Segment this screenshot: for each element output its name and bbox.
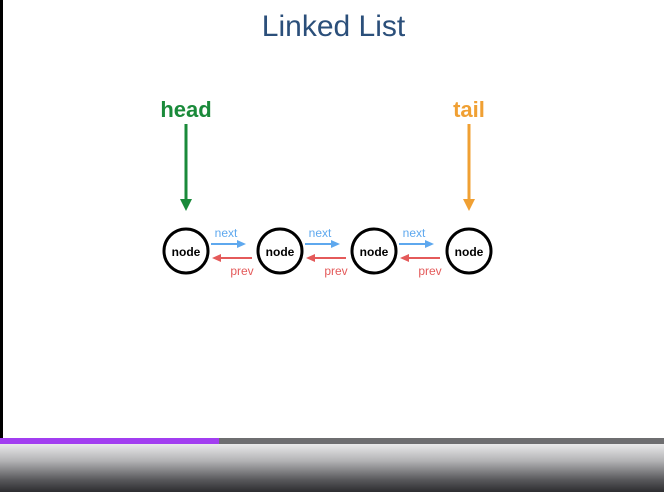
tail-label: tail <box>453 97 485 122</box>
next-label: next <box>403 226 426 240</box>
node-label: node <box>172 245 201 259</box>
prev-link-1: prev <box>212 254 254 278</box>
node-label: node <box>455 245 484 259</box>
node-label: node <box>360 245 389 259</box>
node-2: node <box>256 227 304 275</box>
next-link-1: next <box>211 226 246 248</box>
prev-link-2: prev <box>306 254 348 278</box>
node-1: node <box>162 227 210 275</box>
node-label: node <box>266 245 295 259</box>
prev-label: prev <box>418 264 441 278</box>
next-link-2: next <box>305 226 340 248</box>
prev-link-3: prev <box>400 254 442 278</box>
head-arrow-head <box>180 199 192 211</box>
head-label: head <box>160 97 211 122</box>
next-label: next <box>309 226 332 240</box>
next-label: next <box>215 226 238 240</box>
prev-label: prev <box>324 264 347 278</box>
tail-arrow-head <box>463 199 475 211</box>
slide: Linked List head tail next next next pre… <box>3 0 664 438</box>
linked-list-diagram: head tail next next next prev prev prev … <box>160 97 493 278</box>
node-3: node <box>350 227 398 275</box>
next-link-3: next <box>399 226 434 248</box>
video-controls-bar <box>0 444 664 492</box>
prev-label: prev <box>230 264 253 278</box>
node-4: node <box>445 227 493 275</box>
